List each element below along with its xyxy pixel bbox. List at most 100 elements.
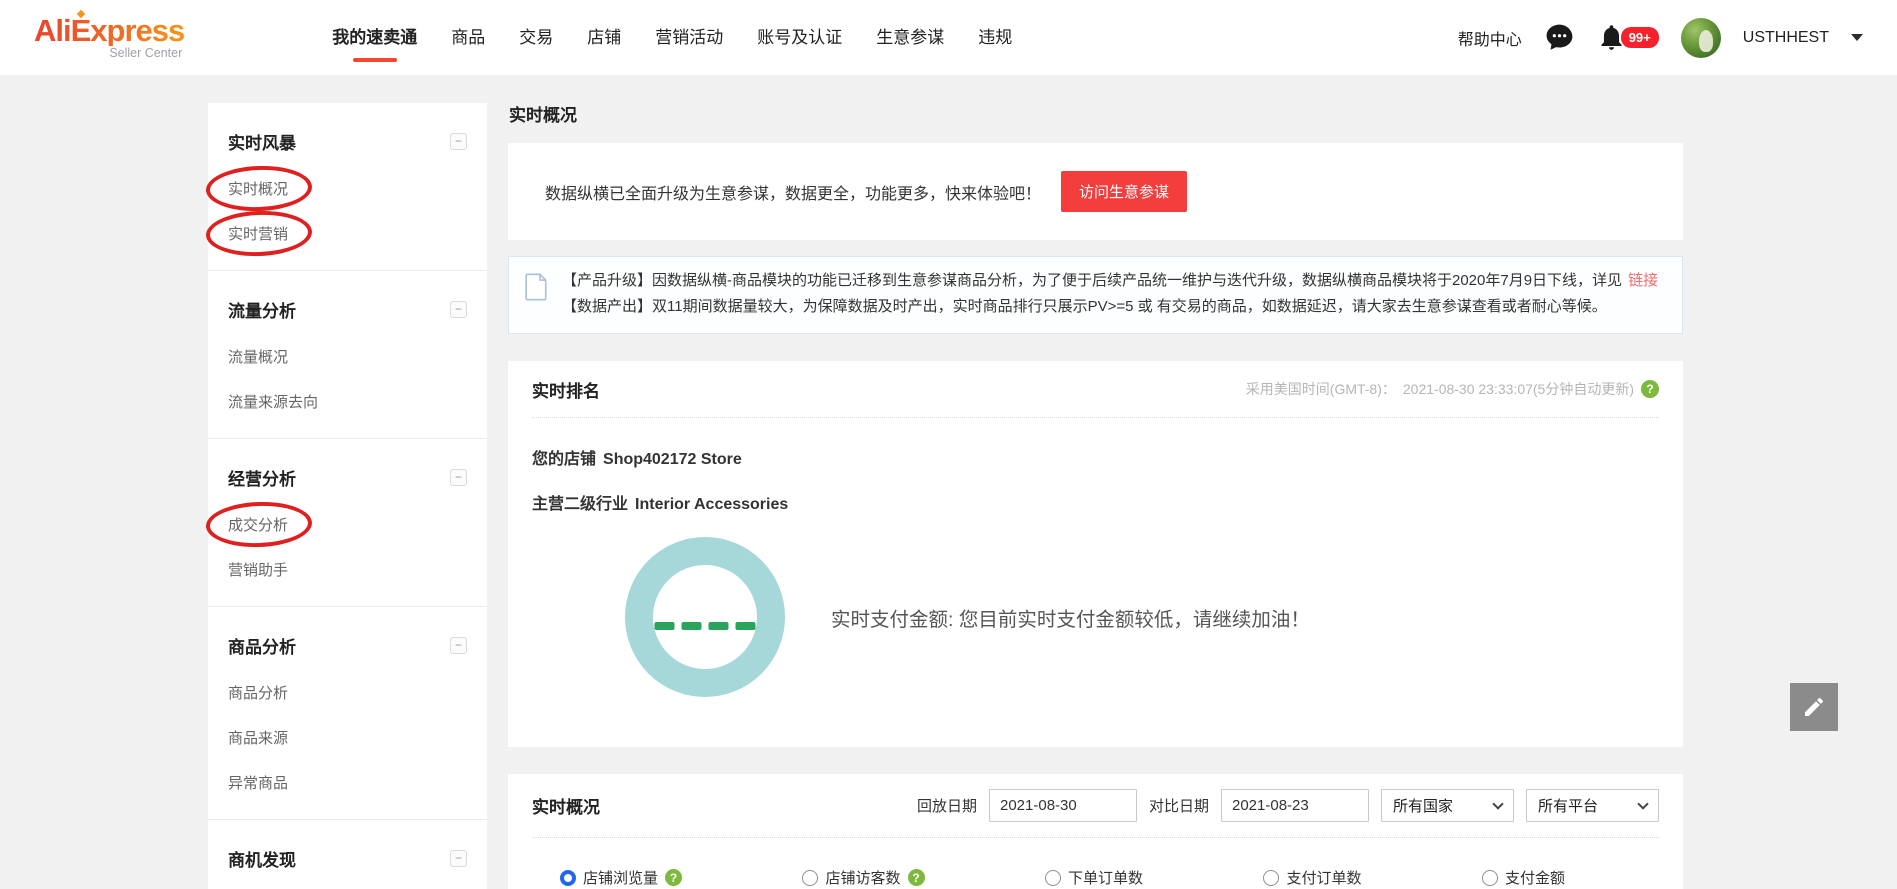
- sidebar-section-business-analysis: 经营分析 − 成交分析 营销助手: [208, 439, 487, 607]
- metric-payment-amount[interactable]: 支付金额 ?: [1481, 867, 1565, 888]
- chevron-down-icon[interactable]: [1851, 34, 1863, 41]
- aliexpress-logo[interactable]: AliExpress Seller Center: [34, 10, 185, 61]
- section-header: 实时风暴 −: [228, 129, 467, 154]
- section-title: 商机发现: [228, 851, 296, 870]
- section-header: 商机发现 −: [228, 846, 467, 871]
- nav-item-orders[interactable]: 交易: [519, 0, 553, 75]
- nav-item-products[interactable]: 商品: [451, 0, 485, 75]
- document-icon: [525, 273, 548, 320]
- realtime-overview-card: 实时概况 回放日期 对比日期 所有国家 所有平台: [508, 774, 1683, 889]
- timezone-note: 采用美国时间(GMT-8)：: [1245, 381, 1396, 397]
- shop-line: 您的店铺 Shop402172 Store: [532, 445, 1659, 469]
- overview-controls: 回放日期 对比日期 所有国家 所有平台: [917, 789, 1659, 822]
- ranking-title: 实时排名: [532, 381, 600, 401]
- metric-radio-group: 店铺浏览量 ? 店铺访客数 ? 下单订单数 ? 支付订单数 ?: [560, 867, 1565, 888]
- sidebar-item-realtime-overview[interactable]: 实时概况: [228, 178, 288, 199]
- top-navigation-bar: AliExpress Seller Center 我的速卖通 商品 交易 店铺 …: [0, 0, 1897, 75]
- realtime-ranking-card: 实时排名 采用美国时间(GMT-8)： 2021-08-30 23:33:07(…: [508, 361, 1683, 747]
- messages-icon[interactable]: [1544, 22, 1575, 53]
- pencil-icon: [1805, 697, 1824, 716]
- sidebar-item-marketing-assistant[interactable]: 营销助手: [228, 559, 288, 580]
- banner-text: 数据纵横已全面升级为生意参谋，数据更全，功能更多，快来体验吧！: [545, 185, 1042, 203]
- section-title: 实时风暴: [228, 134, 296, 153]
- notifications-bell[interactable]: 99+: [1597, 23, 1659, 52]
- collapse-icon[interactable]: −: [450, 850, 467, 867]
- compare-date-input[interactable]: [1221, 789, 1369, 822]
- logo-spark-icon: [76, 10, 86, 19]
- nav-item-business-advisor[interactable]: 生意参谋: [876, 0, 944, 75]
- country-select-value: 所有国家: [1393, 798, 1454, 815]
- radio-icon[interactable]: [802, 869, 819, 886]
- nav-label: 商品: [451, 28, 486, 47]
- chevron-down-icon: [1637, 797, 1649, 810]
- topbar-right-group: 帮助中心 99+ USTHHEST: [1458, 17, 1863, 58]
- help-center-link[interactable]: 帮助中心: [1458, 26, 1522, 50]
- metric-store-visitors[interactable]: 店铺访客数 ?: [802, 867, 925, 888]
- playback-date-input[interactable]: [988, 789, 1137, 822]
- logo-subtitle: Seller Center: [109, 46, 183, 61]
- metric-orders-paid[interactable]: 支付订单数 ?: [1263, 867, 1361, 888]
- collapse-icon[interactable]: −: [450, 301, 467, 318]
- collapse-icon[interactable]: −: [450, 469, 467, 486]
- page-title: 实时概况: [509, 106, 577, 125]
- nav-item-account-verification[interactable]: 账号及认证: [757, 0, 842, 75]
- sidebar-section-traffic-analysis: 流量分析 − 流量概况 流量来源去向: [208, 271, 487, 439]
- payment-status-row: 实时支付金额: 您目前实时支付金额较低，请继续加油！: [532, 537, 1659, 697]
- payment-message: 实时支付金额: 您目前实时支付金额较低，请继续加油！: [831, 608, 1310, 631]
- nav-label: 营销活动: [655, 28, 724, 47]
- notice-link[interactable]: 链接: [1628, 272, 1658, 289]
- notice-line-1: 【产品升级】因数据纵横-商品模块的功能已迁移到生意参谋商品分析，为了便于后续产品…: [562, 268, 1658, 294]
- nav-item-marketing[interactable]: 营销活动: [655, 0, 723, 75]
- help-icon[interactable]: ?: [907, 869, 925, 886]
- visit-business-advisor-button[interactable]: 访问生意参谋: [1061, 171, 1188, 212]
- radio-icon[interactable]: [1044, 869, 1061, 886]
- radio-icon[interactable]: [1263, 869, 1280, 886]
- collapse-icon[interactable]: −: [450, 637, 467, 654]
- metric-store-pageviews[interactable]: 店铺浏览量 ?: [560, 867, 683, 888]
- radio-icon[interactable]: [1481, 869, 1498, 886]
- edit-feedback-button[interactable]: [1790, 683, 1838, 731]
- playback-date-label: 回放日期: [916, 798, 977, 815]
- help-icon[interactable]: ?: [1641, 380, 1659, 398]
- nav-item-violations[interactable]: 违规: [978, 0, 1012, 75]
- section-title: 商品分析: [228, 638, 296, 657]
- sidebar-item-product-source[interactable]: 商品来源: [228, 727, 288, 748]
- upgrade-banner: 数据纵横已全面升级为生意参谋，数据更全，功能更多，快来体验吧！ 访问生意参谋: [508, 143, 1683, 240]
- shop-label: 您的店铺: [532, 451, 597, 468]
- sidebar: 实时风暴 − 实时概况 实时营销 流量分析 − 流量概况 流量来源去向 经营分析…: [208, 103, 487, 889]
- sidebar-item-transaction-analysis[interactable]: 成交分析: [228, 514, 288, 535]
- notice-box: 【产品升级】因数据纵横-商品模块的功能已迁移到生意参谋商品分析，为了便于后续产品…: [508, 256, 1683, 334]
- help-icon[interactable]: ?: [665, 869, 683, 886]
- donut-gauge: [625, 537, 785, 697]
- country-select[interactable]: 所有国家: [1381, 789, 1514, 822]
- logo-brand-text: AliExpress: [34, 10, 185, 46]
- overview-title: 实时概况: [532, 798, 600, 817]
- sidebar-item-traffic-overview[interactable]: 流量概况: [228, 346, 288, 367]
- nav-item-my-aliexpress[interactable]: 我的速卖通: [332, 0, 417, 75]
- sidebar-item-abnormal-products[interactable]: 异常商品: [228, 772, 288, 793]
- sidebar-section-product-analysis: 商品分析 − 商品分析 商品来源 异常商品: [208, 607, 487, 820]
- sidebar-item-product-analysis[interactable]: 商品分析: [228, 682, 288, 703]
- main-content: 实时概况 数据纵横已全面升级为生意参谋，数据更全，功能更多，快来体验吧！ 访问生…: [508, 101, 1683, 889]
- platform-select[interactable]: 所有平台: [1526, 789, 1659, 822]
- metric-orders-placed[interactable]: 下单订单数 ?: [1044, 867, 1143, 888]
- radio-icon[interactable]: [560, 869, 576, 886]
- ranking-card-header: 实时排名 采用美国时间(GMT-8)： 2021-08-30 23:33:07(…: [532, 361, 1659, 418]
- nav-item-store[interactable]: 店铺: [587, 0, 621, 75]
- chevron-down-icon: [1492, 797, 1504, 810]
- metric-label: 支付金额: [1504, 870, 1565, 887]
- notice-text: 【产品升级】因数据纵横-商品模块的功能已迁移到生意参谋商品分析，为了便于后续产品…: [562, 268, 1658, 320]
- overview-card-header: 实时概况 回放日期 对比日期 所有国家 所有平台: [532, 774, 1659, 838]
- notice-line-1-text: 【产品升级】因数据纵横-商品模块的功能已迁移到生意参谋商品分析，为了便于后续产品…: [562, 272, 1623, 289]
- main-nav: 我的速卖通 商品 交易 店铺 营销活动 账号及认证 生意参谋 违规: [332, 0, 1012, 75]
- shop-name: Shop402172 Store: [603, 451, 742, 468]
- seller-center-page: AliExpress Seller Center 我的速卖通 商品 交易 店铺 …: [0, 0, 1897, 889]
- timezone-row: 采用美国时间(GMT-8)： 2021-08-30 23:33:07(5分钟自动…: [1246, 379, 1659, 399]
- sidebar-item-traffic-source-destination[interactable]: 流量来源去向: [228, 391, 318, 412]
- industry-line: 主营二级行业 Interior Accessories: [532, 490, 1659, 514]
- username[interactable]: USTHHEST: [1743, 29, 1829, 47]
- collapse-icon[interactable]: −: [450, 133, 467, 150]
- sidebar-item-realtime-marketing[interactable]: 实时营销: [228, 223, 288, 244]
- user-avatar[interactable]: [1680, 17, 1721, 58]
- metric-label: 下单订单数: [1067, 870, 1143, 887]
